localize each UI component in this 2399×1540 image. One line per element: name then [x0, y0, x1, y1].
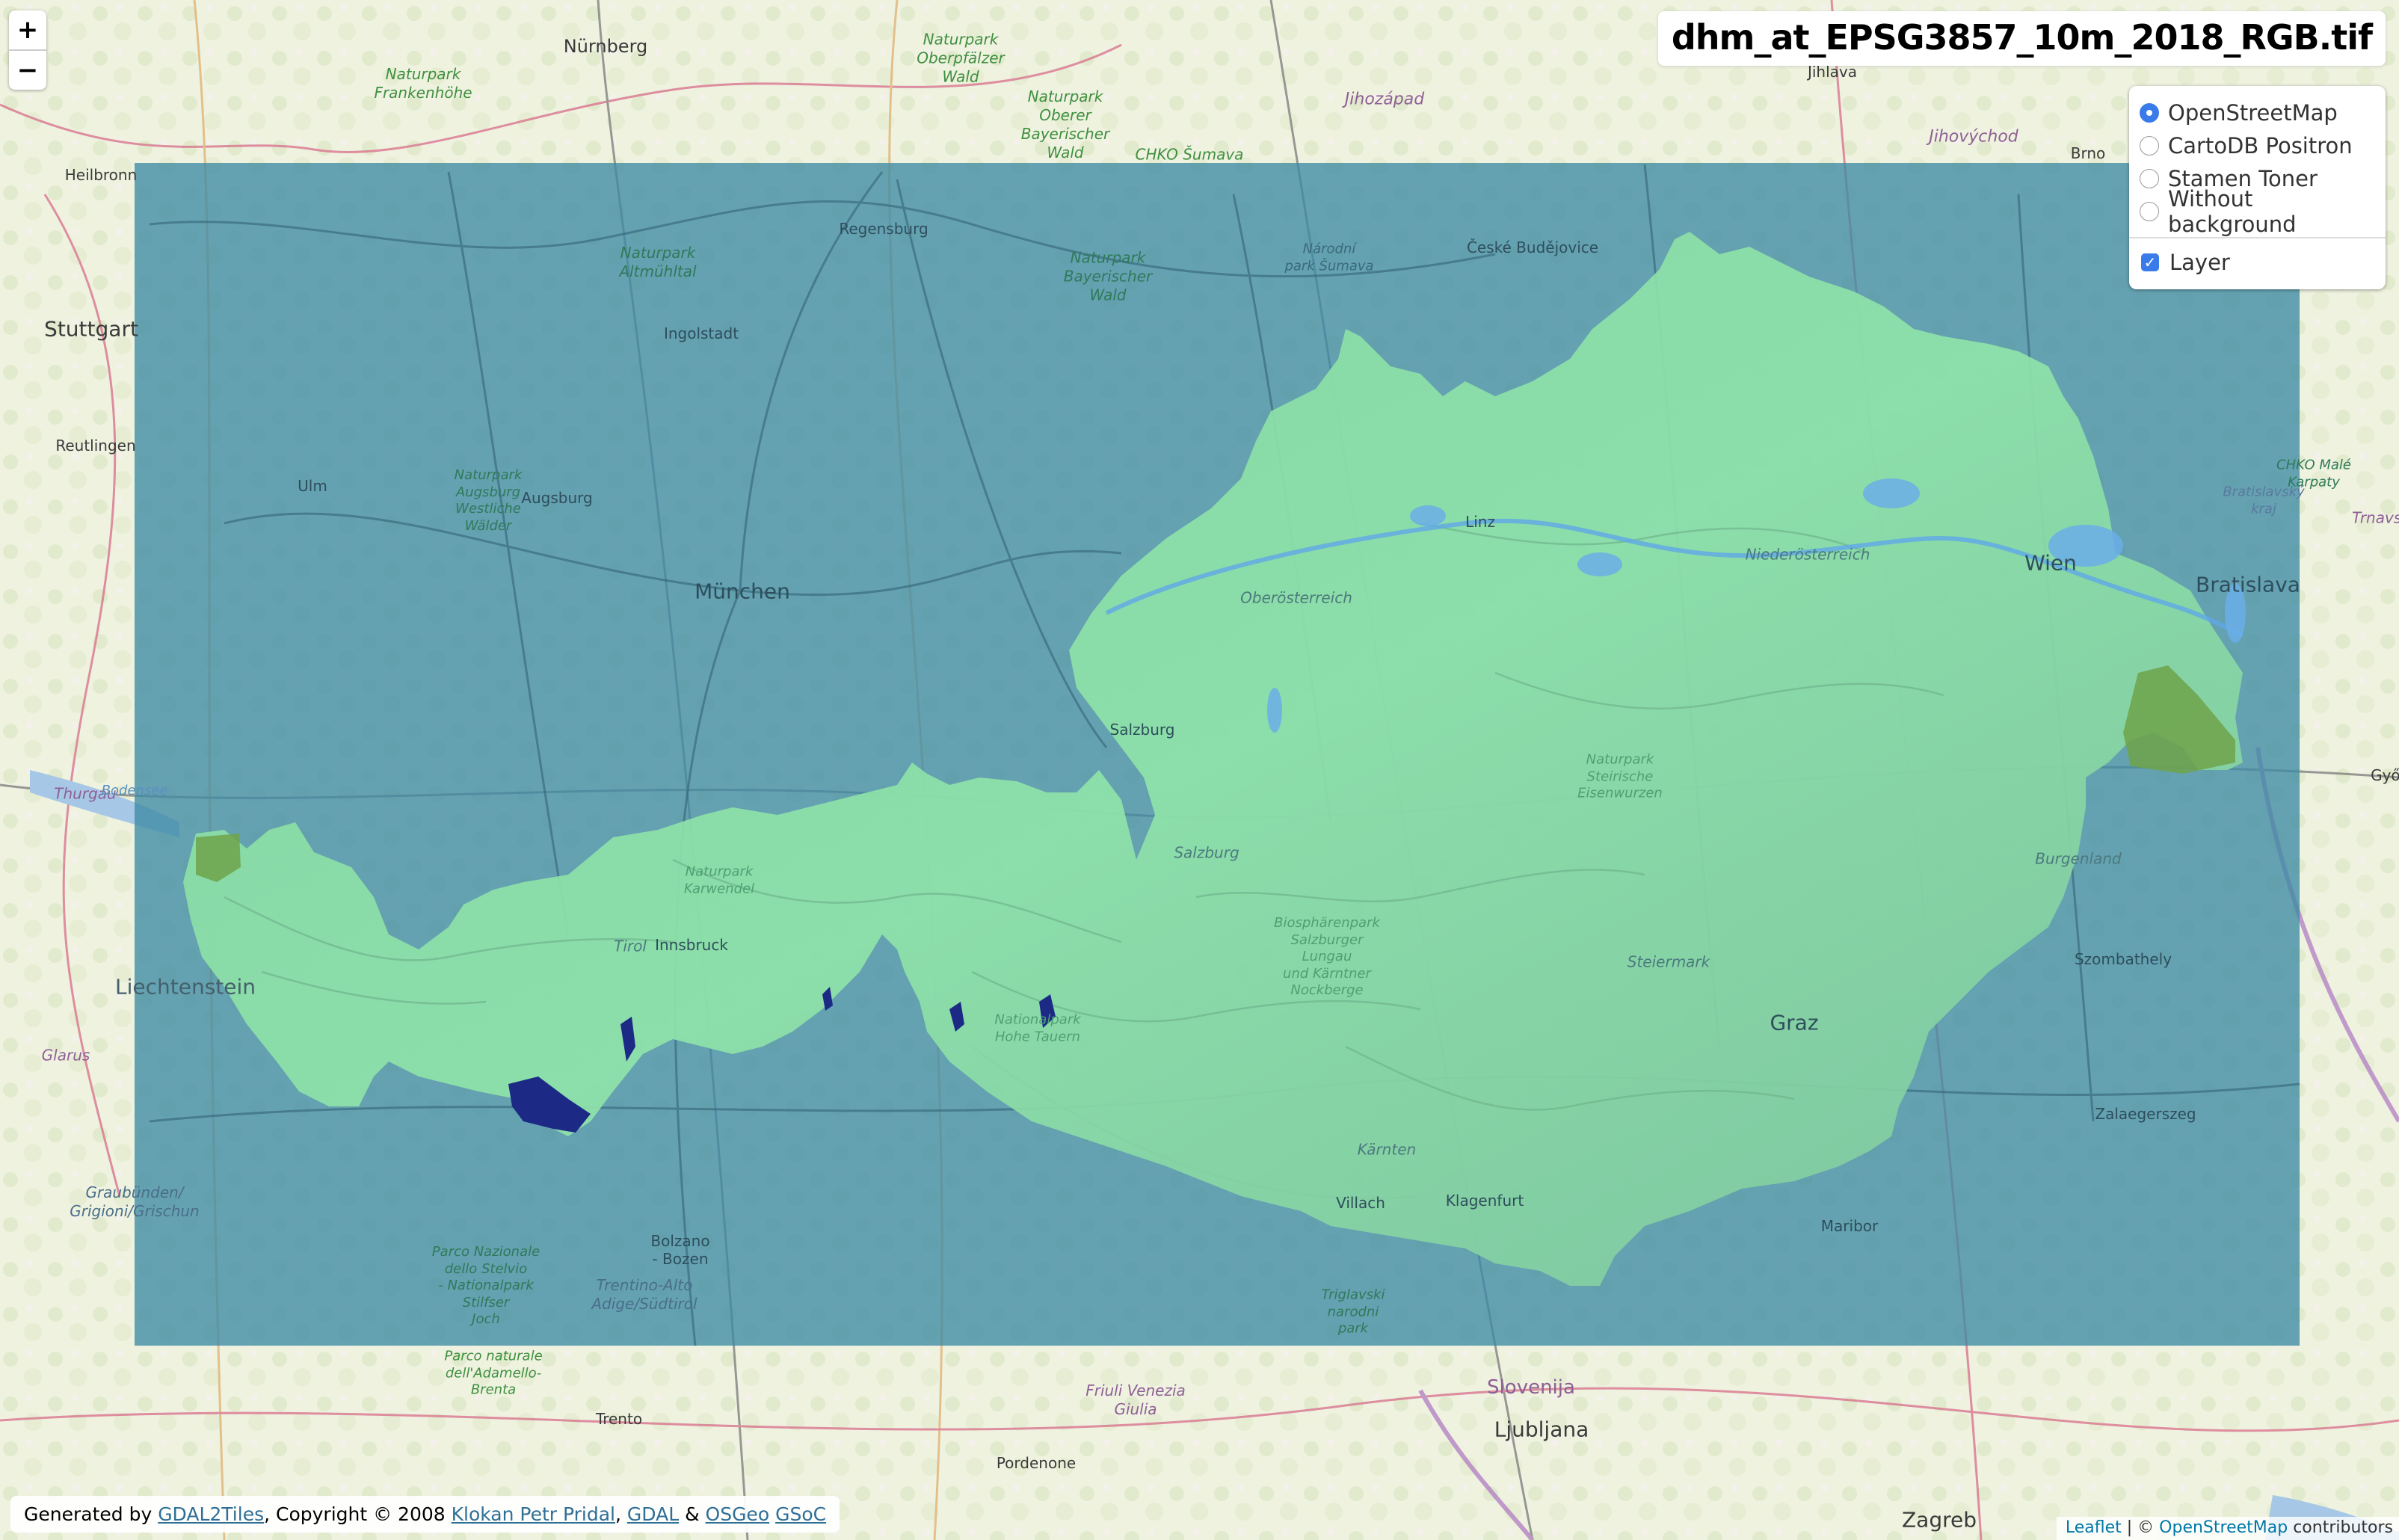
amp-text: &: [679, 1503, 706, 1525]
openstreetmap-link[interactable]: OpenStreetMap: [2159, 1518, 2288, 1537]
layers-separator: [2129, 237, 2386, 238]
base-layer-cartodb-positron[interactable]: CartoDB Positron: [2140, 129, 2375, 162]
zoom-in-button[interactable]: +: [9, 10, 46, 49]
comma-text: ,: [615, 1503, 627, 1525]
map-container[interactable]: Nürnberg Heilbronn Stuttgart Reutlingen …: [0, 0, 2399, 1540]
zoom-control: + −: [9, 10, 46, 90]
base-layer-openstreetmap[interactable]: OpenStreetMap: [2140, 96, 2375, 129]
checkbox-checked-icon[interactable]: ✓: [2141, 253, 2159, 271]
generated-by-text: Generated by: [24, 1503, 158, 1525]
attribution-suffix: contributors: [2288, 1518, 2393, 1537]
osgeo-link[interactable]: OSGeo: [706, 1503, 770, 1525]
title-panel: dhm_at_EPSG3857_10m_2018_RGB.tif: [1657, 11, 2386, 66]
generated-by-panel: Generated by GDAL2Tiles, Copyright © 200…: [10, 1496, 840, 1533]
space-text: [769, 1503, 775, 1525]
base-layer-label: CartoDB Positron: [2168, 133, 2353, 158]
attribution-separator: | ©: [2121, 1518, 2160, 1537]
gdal2tiles-link[interactable]: GDAL2Tiles: [158, 1503, 264, 1525]
map-attribution: Leaflet | © OpenStreetMap contributors: [2056, 1517, 2399, 1540]
leaflet-link[interactable]: Leaflet: [2066, 1518, 2122, 1537]
copyright-text: , Copyright © 2008: [264, 1503, 452, 1525]
base-layer-label: OpenStreetMap: [2168, 100, 2338, 126]
radio-icon[interactable]: [2140, 169, 2159, 188]
overlay-layer-label: Layer: [2169, 250, 2230, 275]
radio-selected-icon[interactable]: [2140, 103, 2159, 123]
klokan-link[interactable]: Klokan Petr Pridal: [452, 1503, 615, 1525]
zoom-out-button[interactable]: −: [9, 49, 46, 90]
base-layer-label: Without background: [2168, 186, 2297, 237]
overlay-layer-toggle[interactable]: ✓ Layer: [2140, 246, 2375, 279]
radio-icon[interactable]: [2140, 202, 2159, 221]
gdal-link[interactable]: GDAL: [627, 1503, 679, 1525]
gsoc-link[interactable]: GSoC: [775, 1503, 826, 1525]
map-title: dhm_at_EPSG3857_10m_2018_RGB.tif: [1671, 17, 2373, 58]
map-canvas[interactable]: [0, 0, 2399, 1540]
radio-icon[interactable]: [2140, 136, 2159, 155]
layers-control: OpenStreetMap CartoDB Positron Stamen To…: [2129, 86, 2386, 289]
base-layer-without-background[interactable]: Without background: [2140, 186, 2375, 237]
